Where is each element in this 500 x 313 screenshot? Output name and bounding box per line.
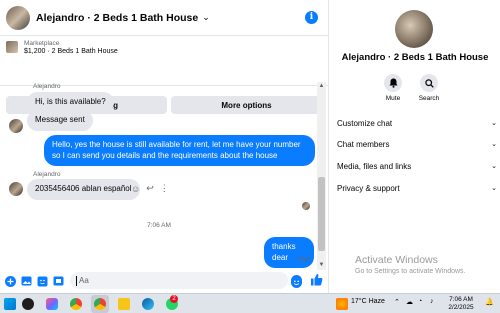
gif-icon[interactable] xyxy=(53,276,64,287)
sender-name: Alejandro xyxy=(33,83,61,90)
message-input-placeholder: Aa xyxy=(79,276,89,285)
reply-icon[interactable]: ↩ xyxy=(146,183,154,194)
activate-windows-title: Activate Windows xyxy=(355,254,438,266)
search-taskbar-icon[interactable] xyxy=(22,298,34,310)
chat-pane: Alejandro · 2 Beds 1 Bath House ⌄ i Mark… xyxy=(0,0,328,293)
thumbs-up-icon[interactable] xyxy=(310,273,323,289)
avatar[interactable] xyxy=(9,119,23,133)
menu-item-label: Customize chat xyxy=(337,119,393,128)
info-icon[interactable]: i xyxy=(305,11,318,24)
bell-icon[interactable] xyxy=(384,74,402,92)
plus-circle-icon[interactable] xyxy=(5,275,16,287)
chevron-down-icon[interactable]: ⌄ xyxy=(491,162,497,171)
more-icon[interactable]: ⋮ xyxy=(160,183,169,194)
avatar[interactable] xyxy=(9,182,23,196)
timestamp: 7:06 AM xyxy=(147,222,171,229)
copilot-icon[interactable] xyxy=(46,298,58,310)
volume-icon[interactable]: ♪ xyxy=(430,298,434,305)
emoji-react-icon[interactable]: ☺ xyxy=(131,184,140,194)
sent-status: Sent xyxy=(297,256,311,263)
clock[interactable]: 7:06 AM 2/2/2025 xyxy=(446,296,476,312)
menu-item-label: Media, files and links xyxy=(337,162,412,171)
chevron-down-icon[interactable]: ⌄ xyxy=(491,140,497,149)
clock-time: 7:06 AM xyxy=(449,296,473,303)
weather-icon[interactable] xyxy=(336,298,348,310)
wifi-icon[interactable]: ◔ xyxy=(418,298,422,305)
text-caret xyxy=(76,275,77,286)
start-icon[interactable] xyxy=(4,298,16,310)
sender-name: Alejandro xyxy=(33,171,61,178)
chevron-down-icon[interactable]: ⌄ xyxy=(491,119,497,128)
chrome-profile-icon[interactable] xyxy=(94,298,106,310)
message-input[interactable]: Aa xyxy=(70,272,288,289)
composer: Aa xyxy=(0,269,328,293)
search-button[interactable]: Search xyxy=(409,74,449,102)
notification-bell-icon[interactable]: 🔔 xyxy=(485,298,494,306)
listing-thumbnail[interactable] xyxy=(6,41,18,53)
mute-button[interactable]: Mute xyxy=(373,74,413,102)
menu-item-chat-members[interactable]: Chat members ⌄ xyxy=(337,140,497,149)
notification-badge: 2 xyxy=(170,295,178,303)
scroll-up-icon[interactable]: ▲ xyxy=(317,83,326,89)
search-label: Search xyxy=(418,95,440,102)
menu-item-privacy-support[interactable]: Privacy & support ⌄ xyxy=(337,184,497,193)
onedrive-icon[interactable]: ☁ xyxy=(406,298,413,306)
image-icon[interactable] xyxy=(21,276,32,287)
marketplace-label: Marketplace xyxy=(24,40,60,47)
messenger-window: Alejandro · 2 Beds 1 Bath House ⌄ i Mark… xyxy=(0,0,500,293)
conversation-name: Alejandro · 2 Beds 1 Bath House xyxy=(341,52,489,63)
mute-label: Mute xyxy=(385,95,401,102)
chrome-icon[interactable] xyxy=(70,298,82,310)
scrollbar-thumb[interactable] xyxy=(318,177,325,251)
message-bubble-incoming[interactable]: 2035456406 ablan español xyxy=(27,179,140,200)
message-bubble-outgoing[interactable]: thanks dear xyxy=(264,237,314,268)
chevron-down-icon[interactable]: ⌄ xyxy=(491,184,497,193)
menu-item-media-files-links[interactable]: Media, files and links ⌄ xyxy=(337,162,497,171)
chevron-up-icon[interactable]: ⌃ xyxy=(394,298,400,306)
edge-icon[interactable] xyxy=(142,298,154,310)
message-bubble-incoming[interactable]: Message sent xyxy=(27,110,93,131)
menu-item-label: Chat members xyxy=(337,140,390,149)
scroll-down-icon[interactable]: ▼ xyxy=(317,262,326,268)
details-pane: Alejandro · 2 Beds 1 Bath House Mute Sea… xyxy=(328,0,500,293)
taskbar: 2 17°C Haze ⌃ ☁ ◔ ♪ 7:06 AM 2/2/2025 🔔 xyxy=(0,293,500,313)
message-list: Alejandro Hi, is this available? Message… xyxy=(0,82,328,269)
search-icon[interactable] xyxy=(420,74,438,92)
chat-title[interactable]: Alejandro · 2 Beds 1 Bath House xyxy=(36,12,198,24)
weather-text[interactable]: 17°C Haze xyxy=(351,298,385,305)
menu-item-customize-chat[interactable]: Customize chat ⌄ xyxy=(337,119,497,128)
chevron-down-icon[interactable]: ⌄ xyxy=(202,12,210,23)
file-explorer-icon[interactable] xyxy=(118,298,130,310)
message-actions: ☺ ↩ ⋮ xyxy=(131,183,169,194)
avatar[interactable] xyxy=(395,10,433,48)
menu-item-label: Privacy & support xyxy=(337,184,400,193)
listing-info[interactable]: $1,200 · 2 Beds 1 Bath House xyxy=(24,48,118,55)
message-bubble-outgoing[interactable]: Hello, yes the house is still available … xyxy=(44,135,315,166)
chat-header[interactable]: Alejandro · 2 Beds 1 Bath House ⌄ i xyxy=(0,0,328,36)
activate-windows-subtitle: Go to Settings to activate Windows. xyxy=(355,268,466,275)
emoji-icon[interactable] xyxy=(291,275,302,288)
avatar[interactable] xyxy=(6,5,30,30)
scrollbar[interactable]: ▲ ▼ xyxy=(317,82,326,270)
seen-avatar xyxy=(302,202,310,210)
clock-date: 2/2/2025 xyxy=(448,304,474,311)
sticker-icon[interactable] xyxy=(37,276,48,287)
marketplace-banner: Marketplace $1,200 · 2 Beds 1 Bath House… xyxy=(0,36,328,114)
